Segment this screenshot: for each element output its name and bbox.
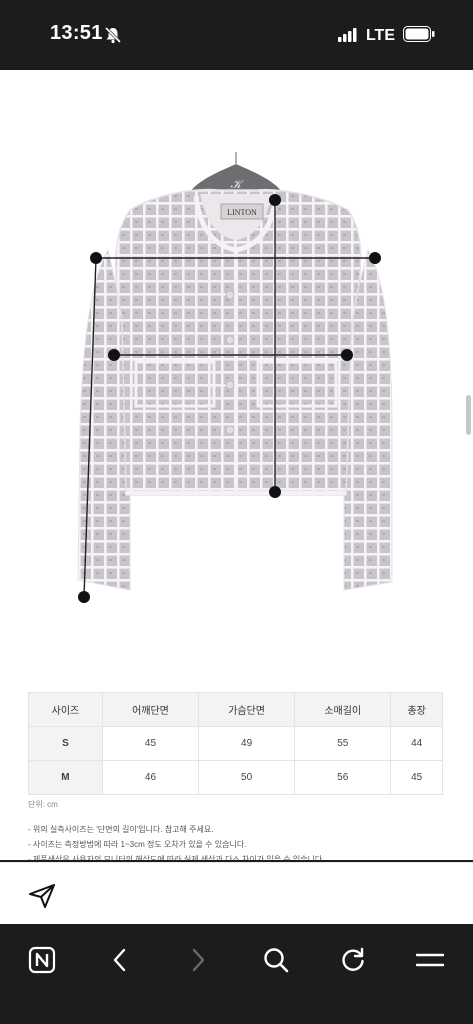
size-cell: M [28, 760, 103, 795]
refresh-icon[interactable] [335, 942, 371, 978]
search-icon[interactable] [258, 942, 294, 978]
note-line: - 사이즈는 측정방법에 따라 1~3cm 정도 오차가 있을 수 있습니다. [28, 840, 247, 849]
table-cell: 49 [198, 726, 296, 761]
size-notes: - 위의 실측사이즈는 '단면의 길이'입니다. 참고해 주세요. - 사이즈는… [28, 822, 325, 860]
unit-note: 단위: cm [28, 800, 58, 809]
naver-n-icon[interactable] [24, 942, 60, 978]
scroll-indicator[interactable] [466, 395, 471, 435]
table-cell: 46 [101, 760, 200, 795]
size-table: 사이즈 어깨단면 가슴단면 소매길이 총장 S 45 49 55 44 M 46… [28, 692, 443, 795]
chevron-right-icon[interactable] [180, 942, 216, 978]
brand-label: LINTON [227, 208, 257, 217]
size-header-size: 사이즈 [28, 692, 103, 727]
table-cell: 45 [390, 760, 443, 795]
table-row: S 45 49 55 44 [28, 726, 443, 761]
status-time: 13:51 [50, 22, 103, 44]
size-header-chest: 가슴단면 [198, 692, 296, 727]
table-cell: 55 [294, 726, 392, 761]
table-cell: 45 [101, 726, 200, 761]
size-header-length: 총장 [390, 692, 443, 727]
send-icon[interactable] [28, 883, 56, 913]
table-row: M 46 50 56 45 [28, 760, 443, 795]
size-cell: S [28, 726, 103, 761]
note-line: - 제품색상은 사용자의 모니터의 해상도에 따라 실제 색상과 다소 차이가 … [28, 855, 325, 860]
table-cell: 44 [390, 726, 443, 761]
note-line: - 위의 실측사이즈는 '단면의 길이'입니다. 참고해 주세요. [28, 825, 214, 834]
share-bar [0, 862, 473, 925]
size-table-header-row: 사이즈 어깨단면 가슴단면 소매길이 총장 [28, 692, 443, 727]
chevron-left-icon[interactable] [102, 942, 138, 978]
size-header-sleeve: 소매길이 [294, 692, 392, 727]
jacket-measurement-image: 𝒦 LINTON [77, 152, 393, 603]
network-type: LTE [365, 27, 395, 44]
signal-icon [337, 27, 358, 46]
page-content: 𝒦 LINTON 사이즈 어깨단면 가슴단면 소매길이 총장 S 45 49 5… [0, 70, 473, 860]
bell-slash-icon [104, 26, 122, 48]
table-cell: 56 [294, 760, 392, 795]
menu-icon[interactable] [412, 942, 448, 978]
table-cell: 50 [198, 760, 296, 795]
status-bar: 13:51 LTE [0, 0, 473, 70]
status-right: LTE [337, 26, 435, 46]
browser-navbar [0, 924, 473, 1024]
battery-icon [403, 26, 435, 46]
size-header-shoulder: 어깨단면 [101, 692, 200, 727]
